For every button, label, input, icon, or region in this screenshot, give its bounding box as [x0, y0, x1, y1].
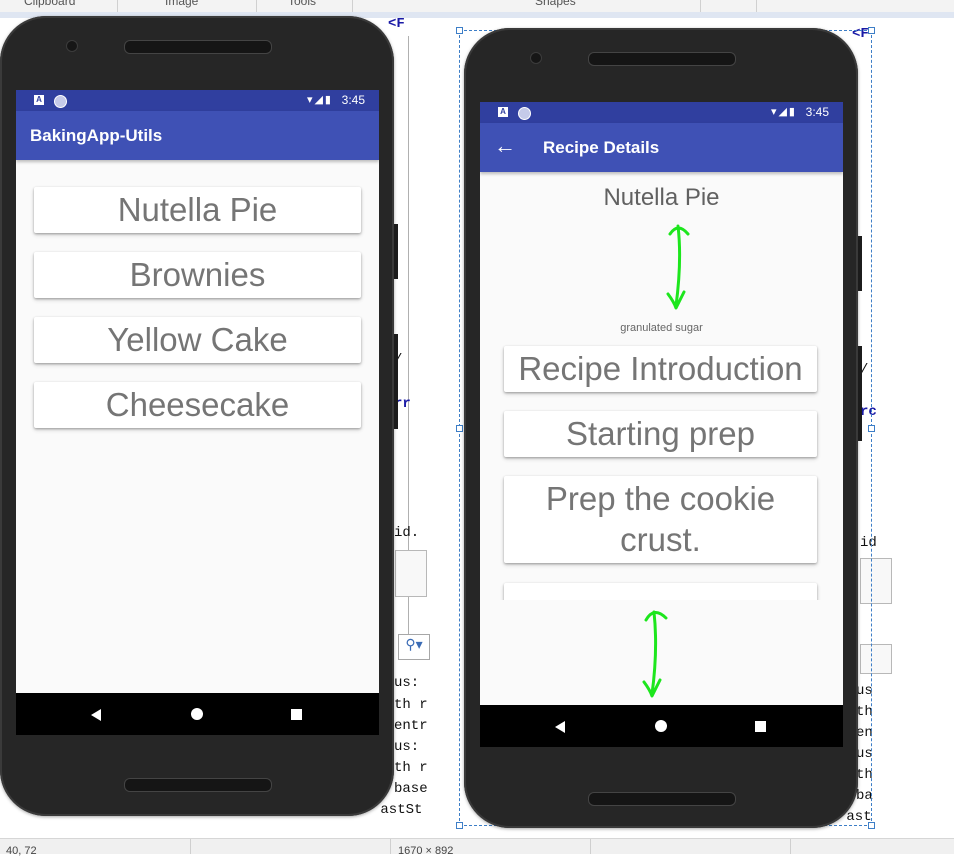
nav-home-icon[interactable]: [655, 720, 667, 732]
code-fragment: th r: [394, 760, 428, 776]
side-button: [394, 224, 398, 279]
speaker-bottom: [124, 778, 272, 792]
step-button-prep-cookie-crust[interactable]: Prep the cookie crust.: [504, 476, 817, 563]
recipe-button-nutella-pie[interactable]: Nutella Pie: [34, 187, 361, 233]
signal-battery-icons: ▾◢▮: [306, 94, 333, 106]
app-title: Recipe Details: [543, 138, 660, 157]
status-bar: A ▾◢▮ 3:45: [480, 102, 843, 123]
status-bar: A ▾◢▮ 3:45: [16, 90, 379, 111]
app-bar: BakingApp-Utils: [16, 111, 379, 160]
annotation-arrow-icon: [666, 224, 690, 310]
code-fragment: CastSt: [380, 802, 423, 818]
navigation-bar: [16, 693, 379, 735]
recipe-button-yellow-cake[interactable]: Yellow Cake: [34, 317, 361, 363]
app-title: BakingApp-Utils: [30, 126, 163, 145]
code-fragment: base: [394, 781, 428, 797]
notification-dot-icon: [518, 107, 531, 120]
nav-home-icon[interactable]: [191, 708, 203, 720]
code-fragment: id.: [394, 525, 420, 541]
step-button-recipe-introduction[interactable]: Recipe Introduction: [504, 346, 817, 392]
code-tag: <F: [388, 18, 405, 32]
back-arrow-icon[interactable]: ←: [494, 133, 516, 159]
nav-back-icon[interactable]: [555, 721, 565, 733]
code-fragment: us:: [394, 739, 420, 755]
ribbon-group-tools: Tools: [288, 0, 317, 8]
side-button: [858, 236, 862, 291]
recipe-name: Nutella Pie: [603, 184, 720, 211]
app-bar: ← Recipe Details: [480, 123, 843, 172]
side-button: [858, 346, 862, 441]
speaker-bottom: [588, 792, 736, 806]
steps-list[interactable]: Recipe Introduction Starting prep Prep t…: [480, 340, 843, 600]
signal-battery-icons: ▾◢▮: [770, 106, 797, 118]
code-fragment: th r: [394, 697, 428, 713]
ribbon-group-clipboard: Clipboard: [24, 0, 76, 8]
camera: [66, 40, 78, 52]
notification-a-icon: A: [498, 107, 508, 117]
status-time: 3:45: [341, 93, 365, 107]
cursor-position: 40, 72: [6, 845, 37, 857]
image-size: 1670 × 892: [398, 845, 454, 857]
nav-recents-icon[interactable]: [291, 709, 302, 720]
search-icon[interactable]: ⚲▾: [398, 634, 430, 660]
ribbon-group-image: Image: [165, 0, 199, 8]
right-phone-frame: A ▾◢▮ 3:45 ← Recipe Details Nutella Pie …: [464, 28, 862, 828]
notification-dot-icon: [54, 95, 67, 108]
ribbon-group-shapes: Shapes: [535, 0, 576, 8]
code-fragment: entr: [394, 718, 428, 734]
navigation-bar: [480, 705, 843, 747]
camera: [530, 52, 542, 64]
annotation-arrow-icon: [642, 610, 668, 698]
nav-recents-icon[interactable]: [755, 721, 766, 732]
left-screen: A ▾◢▮ 3:45 BakingApp-Utils Nutella Pie B…: [16, 90, 379, 735]
left-phone-frame: A ▾◢▮ 3:45 BakingApp-Utils Nutella Pie B…: [0, 16, 398, 816]
editor-status-bar: 40, 72 1670 × 892: [0, 838, 954, 857]
notification-a-icon: A: [34, 95, 44, 105]
status-time: 3:45: [805, 105, 829, 119]
code-fragment: us:: [394, 675, 420, 691]
step-button-partial[interactable]: [504, 583, 817, 600]
recipe-button-cheesecake[interactable]: Cheesecake: [34, 382, 361, 428]
speaker-top: [124, 40, 272, 54]
recipe-button-brownies[interactable]: Brownies: [34, 252, 361, 298]
step-button-starting-prep[interactable]: Starting prep: [504, 411, 817, 457]
speaker-top: [588, 52, 736, 66]
right-screen: A ▾◢▮ 3:45 ← Recipe Details Nutella Pie …: [480, 102, 843, 747]
side-button: [394, 334, 398, 429]
ingredient-text: granulated sugar: [620, 322, 703, 334]
nav-back-icon[interactable]: [91, 709, 101, 721]
